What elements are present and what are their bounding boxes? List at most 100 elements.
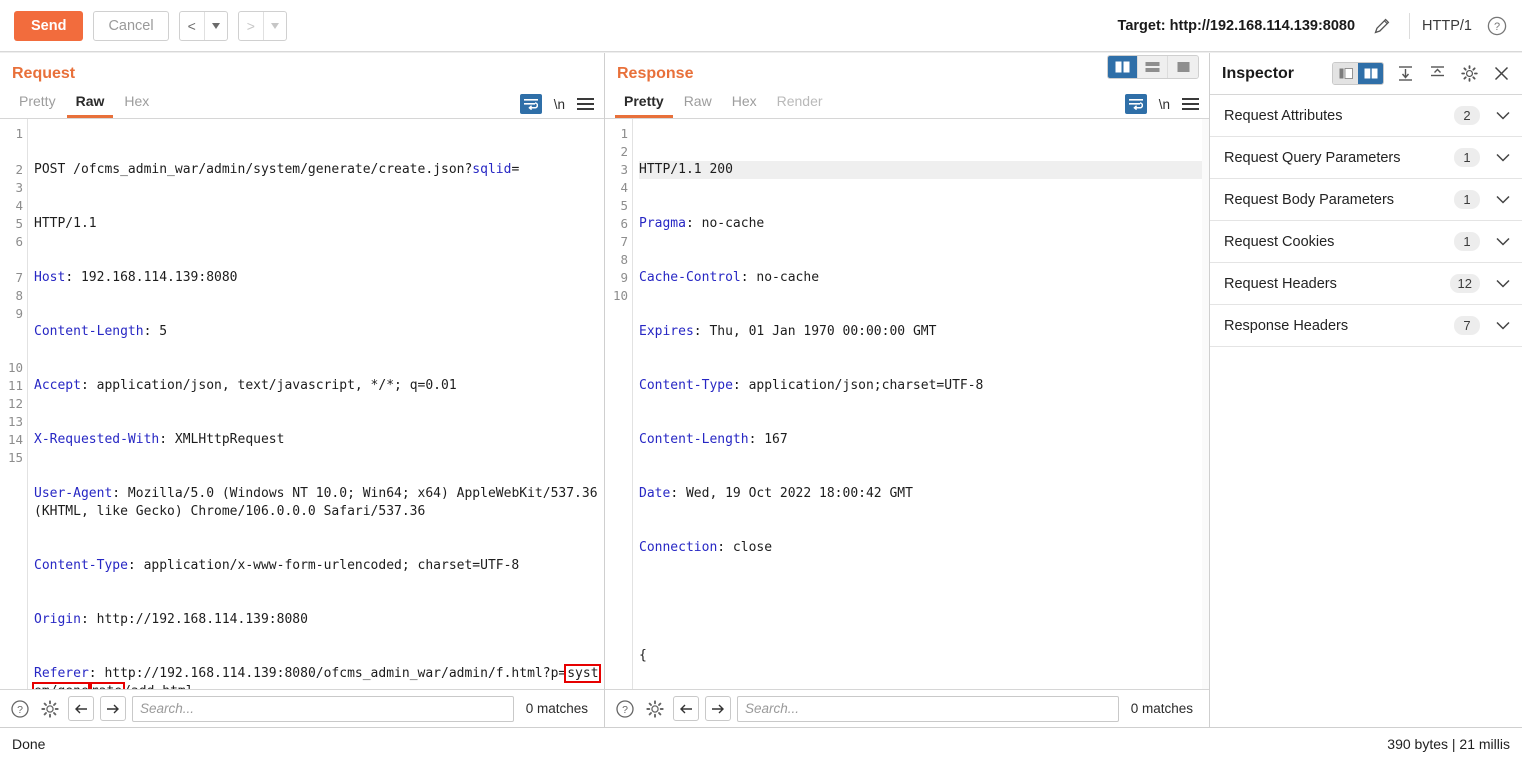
newline-toggle[interactable]: \n	[1159, 97, 1170, 112]
question-circle-icon[interactable]: ?	[613, 697, 637, 721]
previous-request-dropdown-icon[interactable]	[205, 12, 227, 40]
gear-icon[interactable]	[1458, 63, 1480, 85]
single-pane-layout-icon[interactable]	[1168, 56, 1198, 78]
tab-response-pretty[interactable]: Pretty	[615, 91, 673, 118]
inspector-view-toggle-group	[1332, 62, 1384, 85]
next-request-arrow-icon[interactable]: >	[239, 12, 263, 40]
response-scrollbar[interactable]	[1202, 119, 1209, 689]
inspector-section-request-headers[interactable]: Request Headers 12	[1210, 263, 1522, 305]
close-icon[interactable]	[1490, 63, 1512, 85]
newline-toggle[interactable]: \n	[554, 97, 565, 112]
header-name-referer: Referer	[34, 666, 89, 681]
inspector-section-request-cookies[interactable]: Request Cookies 1	[1210, 221, 1522, 263]
header-value-expires: : Thu, 01 Jan 1970 00:00:00 GMT	[693, 324, 937, 339]
svg-text:?: ?	[1494, 21, 1500, 33]
next-request-dropdown-icon[interactable]	[264, 12, 286, 40]
side-by-side-layout-icon[interactable]	[1108, 56, 1138, 78]
tab-request-pretty[interactable]: Pretty	[10, 91, 65, 118]
status-bar: Done 390 bytes | 21 millis	[0, 727, 1522, 759]
chevron-down-icon[interactable]	[1496, 321, 1510, 330]
tab-request-raw[interactable]: Raw	[66, 91, 114, 118]
header-value-referer-suffix: /add.html	[123, 684, 193, 689]
tab-response-raw[interactable]: Raw	[675, 91, 721, 118]
header-name-cache-control: Cache-Control	[639, 270, 741, 285]
header-name-date: Date	[639, 486, 671, 501]
http-version-label[interactable]: HTTP/1	[1422, 18, 1472, 34]
chevron-down-icon[interactable]	[1496, 279, 1510, 288]
request-line-5: X-Requested-With: XMLHttpRequest	[34, 431, 604, 449]
inspector-section-label: Request Attributes	[1224, 107, 1343, 124]
chevron-down-icon[interactable]	[1496, 237, 1510, 246]
layout-toggle-group	[1107, 55, 1199, 79]
tab-response-render[interactable]: Render	[768, 91, 832, 118]
request-search-bar: ? Search... 0 matches	[0, 689, 604, 727]
request-line-3: Content-Length: 5	[34, 323, 604, 341]
request-editor[interactable]: 1 2 3 4 5 6 7 8 9 10 11 12 13 14 15 POST…	[0, 119, 604, 689]
search-previous-button[interactable]	[673, 696, 699, 721]
request-line1-equals: =	[511, 162, 520, 177]
send-button[interactable]: Send	[14, 10, 84, 41]
next-request-button[interactable]: >	[237, 10, 287, 41]
response-tabbar-actions: \n	[1124, 94, 1199, 118]
header-name-content-length: Content-Length	[639, 432, 749, 447]
header-value-content-type: : application/x-www-form-urlencoded; cha…	[127, 558, 520, 573]
inspector-section-request-query-parameters[interactable]: Request Query Parameters 1	[1210, 137, 1522, 179]
hamburger-menu-icon[interactable]	[1182, 98, 1199, 110]
inspector-section-request-body-parameters[interactable]: Request Body Parameters 1	[1210, 179, 1522, 221]
svg-text:?: ?	[17, 704, 23, 716]
search-next-button[interactable]	[705, 696, 731, 721]
chevron-down-icon[interactable]	[1496, 195, 1510, 204]
header-value-referer-prefix: : http://192.168.114.139:8080/ofcms_admi…	[88, 666, 567, 681]
split-view-icon[interactable]	[1358, 63, 1383, 84]
inspector-section-count: 1	[1454, 148, 1480, 167]
header-value-cache-control: : no-cache	[740, 270, 820, 285]
response-search-bar: ? Search... 0 matches	[605, 689, 1209, 727]
tab-response-hex[interactable]: Hex	[723, 91, 766, 118]
tab-request-hex[interactable]: Hex	[115, 91, 158, 118]
inspector-section-response-headers[interactable]: Response Headers 7	[1210, 305, 1522, 347]
inspector-section-request-attributes[interactable]: Request Attributes 2	[1210, 95, 1522, 137]
gear-icon[interactable]	[38, 697, 62, 721]
toolbar: Send Cancel < > Target: http://192.168.1…	[0, 0, 1522, 52]
response-editor[interactable]: 1 2 3 4 5 6 7 8 9 10 HTTP/1.1 200 Pragma…	[605, 119, 1209, 689]
response-pane: Response Pretty Raw Hex Render \n 1 2 3 …	[605, 53, 1210, 727]
header-value-accept: : application/json, text/javascript, */*…	[80, 378, 457, 393]
request-line-1: POST /ofcms_admin_war/admin/system/gener…	[34, 161, 604, 179]
annotation-highlight-system-generate-part2: rate	[87, 682, 126, 689]
response-line-4: Expires: Thu, 01 Jan 1970 00:00:00 GMT	[639, 323, 1209, 341]
request-search-input[interactable]	[132, 695, 514, 722]
request-code[interactable]: POST /ofcms_admin_war/admin/system/gener…	[28, 119, 604, 689]
search-previous-button[interactable]	[68, 696, 94, 721]
hamburger-menu-icon[interactable]	[577, 98, 594, 110]
previous-request-arrow-icon[interactable]: <	[180, 12, 204, 40]
gear-icon[interactable]	[643, 697, 667, 721]
header-name-expires: Expires	[639, 324, 694, 339]
response-code[interactable]: HTTP/1.1 200 Pragma : no-cache Cache-Cont…	[633, 119, 1209, 689]
compact-view-icon[interactable]	[1333, 63, 1358, 84]
header-name-origin: Origin	[34, 612, 81, 627]
request-pane: Request Pretty Raw Hex \n 1 2 3 4 5 6 7 …	[0, 53, 605, 727]
toolbar-right-group: Target: http://192.168.114.139:8080 HTTP…	[1118, 11, 1512, 41]
header-name-connection: Connection	[639, 540, 718, 555]
question-circle-icon[interactable]: ?	[8, 697, 32, 721]
word-wrap-icon[interactable]	[519, 94, 542, 114]
header-value-origin: : http://192.168.114.139:8080	[80, 612, 308, 627]
expand-all-icon[interactable]	[1394, 63, 1416, 85]
inspector-header-actions	[1332, 62, 1512, 85]
header-name-pragma: Pragma	[639, 216, 686, 231]
word-wrap-icon[interactable]	[1124, 94, 1147, 114]
request-line1-method: POST /ofcms_admin_war/admin/system/gener…	[34, 162, 473, 177]
response-line-10: {	[639, 647, 1209, 665]
response-status-line: HTTP/1.1 200	[639, 162, 733, 177]
stacked-layout-icon[interactable]	[1138, 56, 1168, 78]
search-next-button[interactable]	[100, 696, 126, 721]
chevron-down-icon[interactable]	[1496, 111, 1510, 120]
response-search-input[interactable]	[737, 695, 1119, 722]
collapse-all-icon[interactable]	[1426, 63, 1448, 85]
cancel-button[interactable]: Cancel	[93, 10, 169, 41]
question-circle-icon[interactable]: ?	[1482, 11, 1512, 41]
status-left-text: Done	[12, 735, 46, 752]
pencil-icon[interactable]	[1367, 11, 1397, 41]
chevron-down-icon[interactable]	[1496, 153, 1510, 162]
previous-request-button[interactable]: <	[178, 10, 228, 41]
